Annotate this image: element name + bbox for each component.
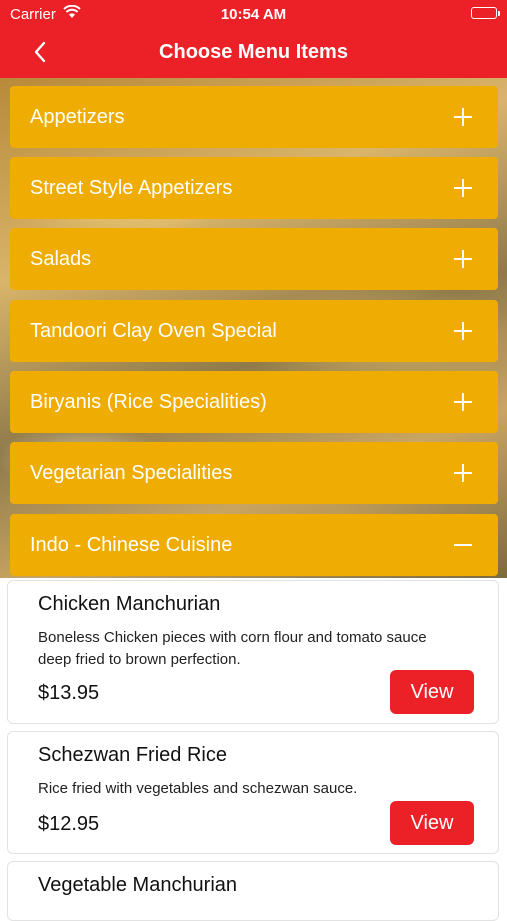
category-label: Vegetarian Specialities (30, 462, 233, 484)
status-time: 10:54 AM (220, 6, 287, 23)
category-vegetarian-specialities[interactable]: Vegetarian Specialities (10, 442, 498, 504)
item-price: $12.95 (38, 813, 100, 835)
category-label: Street Style Appetizers (30, 177, 233, 199)
navigation-bar: Choose Menu Items (0, 28, 507, 78)
item-name: Vegetable Manchurian (38, 874, 238, 896)
category-tandoori-clay-oven-special[interactable]: Tandoori Clay Oven Special (10, 300, 498, 362)
view-button[interactable]: View (390, 801, 474, 845)
plus-icon (454, 250, 472, 268)
category-label: Indo - Chinese Cuisine (30, 534, 233, 556)
category-label: Appetizers (30, 106, 125, 128)
category-salads[interactable]: Salads (10, 228, 498, 290)
plus-icon (454, 393, 472, 411)
menu-item-card: Chicken Manchurian Boneless Chicken piec… (7, 580, 499, 724)
category-label: Tandoori Clay Oven Special (30, 320, 277, 342)
item-price: $13.95 (38, 682, 100, 704)
category-appetizers[interactable]: Appetizers (10, 86, 498, 148)
item-description: Boneless Chicken pieces with corn flour … (38, 629, 427, 668)
menu-item-card: Vegetable Manchurian (7, 861, 499, 921)
plus-icon (454, 464, 472, 482)
category-label: Salads (30, 248, 92, 270)
page-title: Choose Menu Items (159, 41, 348, 63)
category-street-style-appetizers[interactable]: Street Style Appetizers (10, 157, 498, 219)
item-name: Chicken Manchurian (38, 593, 221, 615)
category-label: Biryanis (Rice Specialities) (30, 391, 267, 413)
minus-icon (454, 544, 472, 546)
item-name: Schezwan Fried Rice (38, 744, 227, 766)
status-bar: Carrier 10:54 AM (0, 0, 507, 28)
category-biryanis[interactable]: Biryanis (Rice Specialities) (10, 371, 498, 433)
plus-icon (454, 322, 472, 340)
item-description: Rice fried with vegetables and schezwan … (38, 780, 358, 797)
plus-icon (454, 179, 472, 197)
view-button[interactable]: View (390, 670, 474, 714)
menu-item-card: Schezwan Fried Rice Rice fried with vege… (7, 731, 499, 854)
battery-icon (471, 7, 500, 19)
category-indo-chinese-cuisine[interactable]: Indo - Chinese Cuisine (10, 514, 498, 576)
plus-icon (454, 108, 472, 126)
